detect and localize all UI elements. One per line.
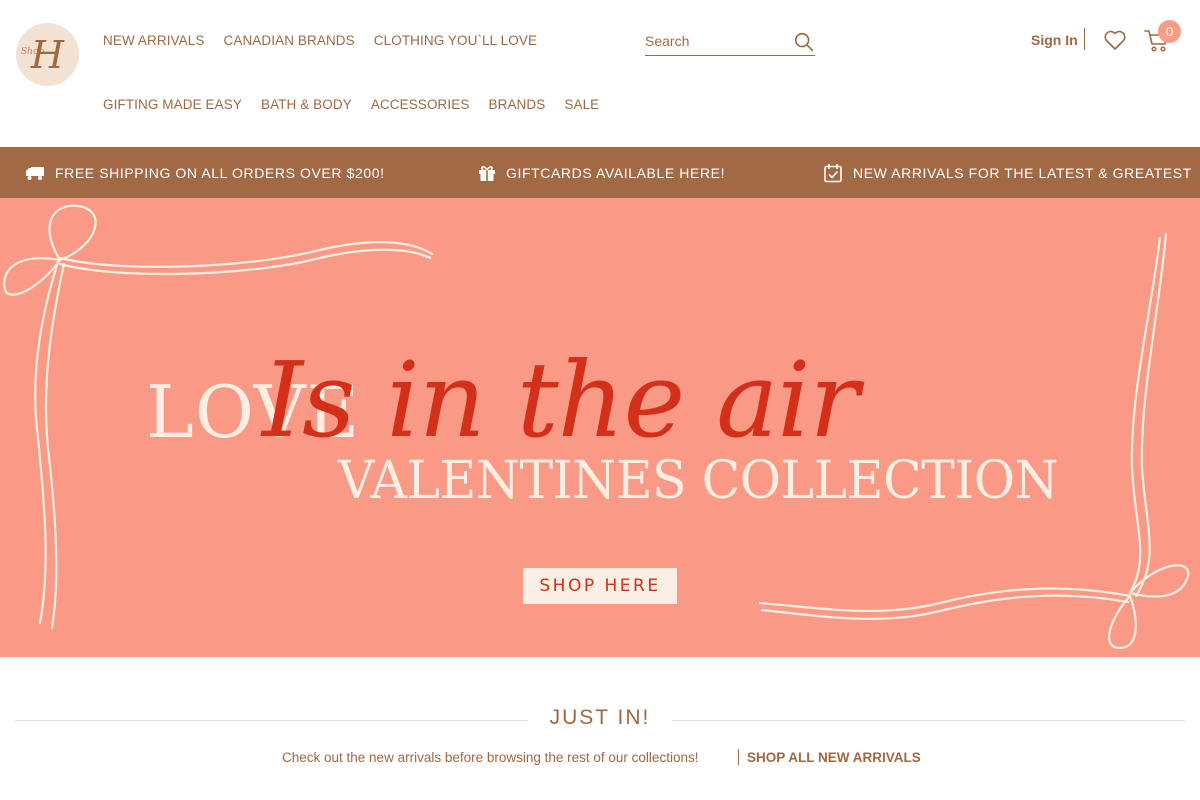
site-header: Shop H NEW ARRIVALS CANADIAN BRANDS CLOT… [0, 0, 1200, 147]
nav-gifting[interactable]: GIFTING MADE EASY [103, 97, 242, 112]
nav-accessories[interactable]: ACCESSORIES [371, 97, 470, 112]
truck-icon [26, 166, 44, 180]
sign-in-link[interactable]: Sign In [1031, 32, 1078, 48]
logo-monogram: H [30, 32, 65, 77]
announcement-shipping-text: FREE SHIPPING ON ALL ORDERS OVER $200! [55, 164, 385, 181]
hero-banner[interactable]: LOVE Is in the air VALENTINES COLLECTION… [0, 198, 1200, 657]
announcement-new-arrivals-text: NEW ARRIVALS FOR THE LATEST & GREATEST [853, 164, 1192, 181]
hero-script-text: Is in the air [262, 339, 859, 461]
nav-new-arrivals[interactable]: NEW ARRIVALS [103, 33, 204, 48]
subtitle-divider [738, 749, 739, 765]
shop-all-new-arrivals-link[interactable]: SHOP ALL NEW ARRIVALS [747, 750, 921, 765]
header-divider [1084, 28, 1085, 50]
main-nav-row-1: NEW ARRIVALS CANADIAN BRANDS CLOTHING YO… [103, 33, 537, 48]
main-nav-row-2: GIFTING MADE EASY BATH & BODY ACCESSORIE… [103, 97, 599, 112]
announcement-giftcards[interactable]: GIFTCARDS AVAILABLE HERE! [478, 147, 725, 198]
search-input[interactable] [645, 28, 785, 54]
search-box [645, 28, 815, 56]
cart-count-badge: 0 [1158, 20, 1181, 43]
store-logo[interactable]: Shop H [16, 23, 79, 86]
announcement-shipping[interactable]: FREE SHIPPING ON ALL ORDERS OVER $200! [25, 147, 385, 198]
nav-canadian-brands[interactable]: CANADIAN BRANDS [223, 33, 354, 48]
just-in-subtitle: Check out the new arrivals before browsi… [282, 750, 699, 765]
announcement-bar: FREE SHIPPING ON ALL ORDERS OVER $200! G… [0, 147, 1200, 198]
gift-icon [479, 165, 495, 181]
shop-here-button[interactable]: SHOP HERE [523, 568, 677, 604]
heart-icon[interactable] [1103, 29, 1127, 51]
nav-sale[interactable]: SALE [564, 97, 599, 112]
just-in-heading: JUST IN! [549, 706, 651, 729]
hero-collection-text: VALENTINES COLLECTION [338, 451, 1059, 511]
nav-bath-body[interactable]: BATH & BODY [261, 97, 352, 112]
nav-brands[interactable]: BRANDS [488, 97, 545, 112]
announcement-giftcards-text: GIFTCARDS AVAILABLE HERE! [506, 164, 726, 181]
search-icon[interactable] [793, 31, 815, 53]
calendar-check-icon [824, 163, 842, 182]
nav-clothing[interactable]: CLOTHING YOU`LL LOVE [374, 33, 537, 48]
announcement-new-arrivals[interactable]: NEW ARRIVALS FOR THE LATEST & GREATEST [823, 147, 1192, 198]
